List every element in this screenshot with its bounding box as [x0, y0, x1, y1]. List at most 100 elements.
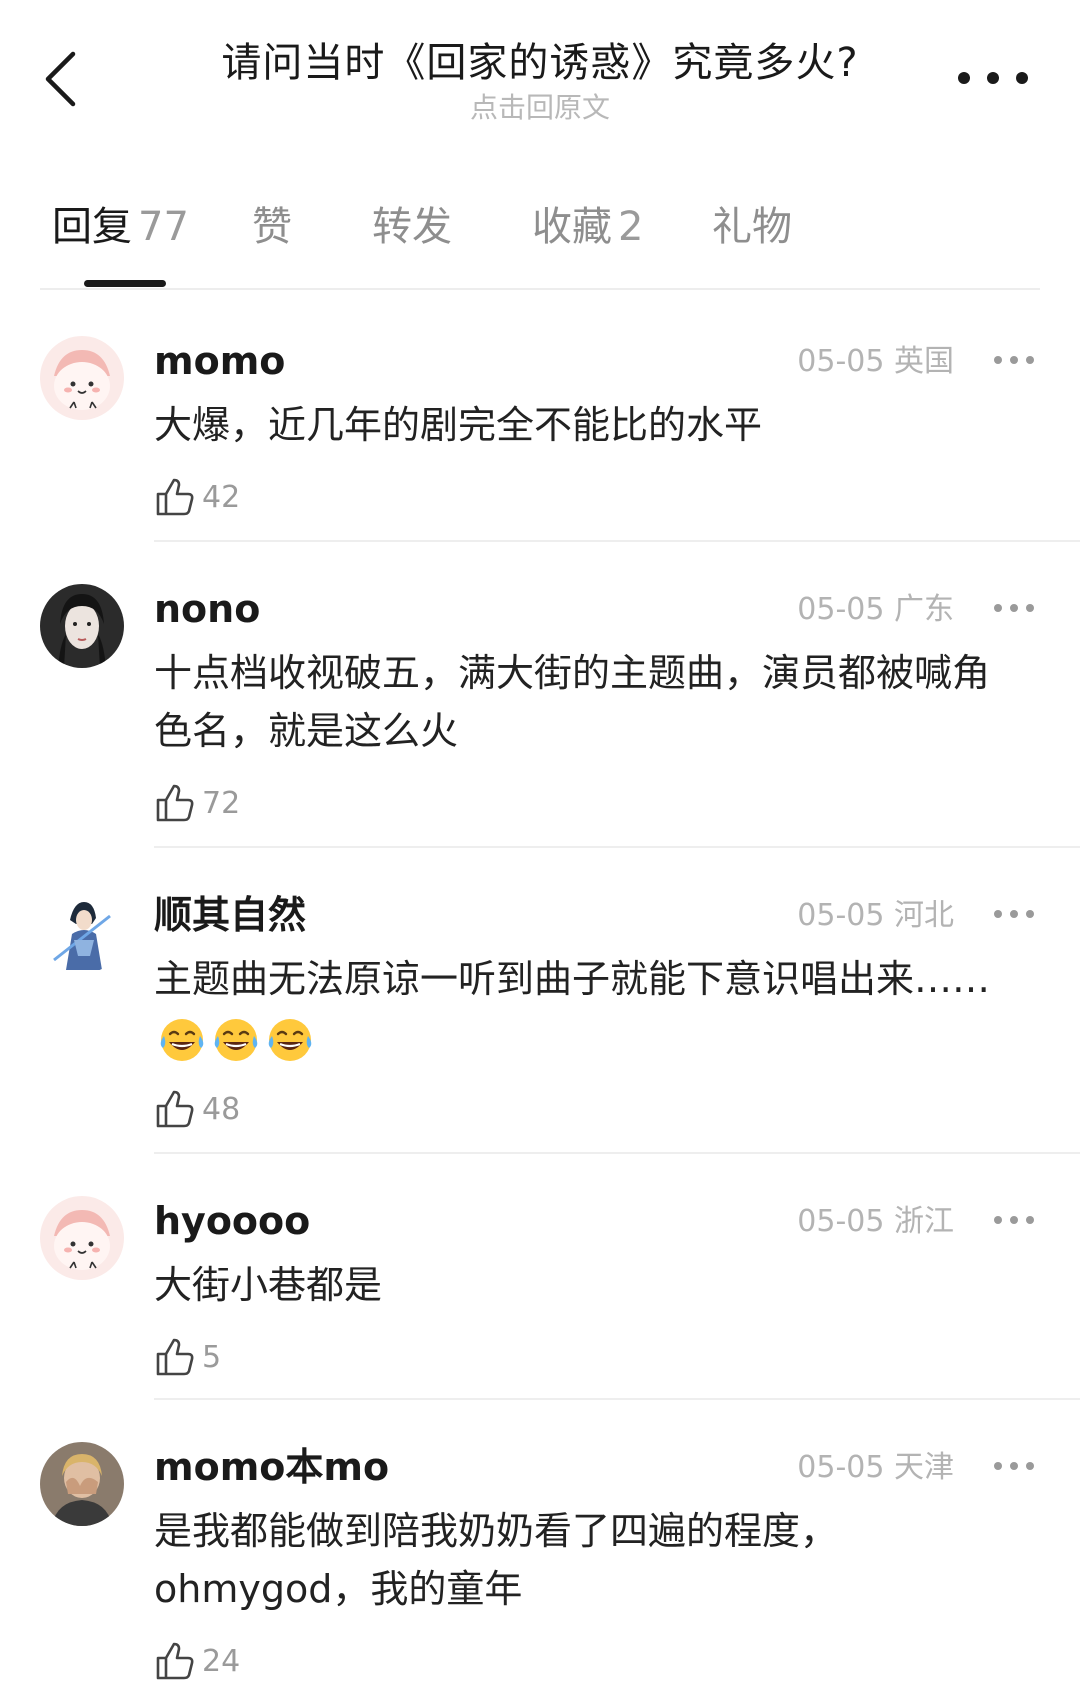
tab-reposts[interactable]: 转发 — [372, 202, 452, 252]
tab-bar: 回复 77 赞 转发 收藏 2 礼物 — [40, 190, 1040, 290]
emoji-group — [158, 1016, 314, 1064]
tab-gifts[interactable]: 礼物 — [712, 202, 792, 252]
back-button[interactable] — [36, 44, 84, 114]
comment-location: 浙江 — [894, 1204, 954, 1239]
cartoon-avatar-icon — [40, 336, 124, 420]
top-bar: 请问当时《回家的诱惑》究竟多火? 点击回原文 — [0, 0, 1080, 140]
thumbs-up-icon — [156, 784, 194, 822]
more-dot-icon — [1026, 1462, 1034, 1470]
more-dot-icon — [958, 72, 970, 84]
comment-body: hyoooo 05-05 浙江 大街小巷都是 5 — [154, 1196, 1034, 1382]
portrait-avatar-icon — [40, 584, 124, 668]
like-button[interactable]: 48 — [154, 1084, 1034, 1134]
comment-item: momo 05-05 英国 大爆，近几年的剧完全不能比的水平 42 — [0, 336, 1080, 542]
post-title: 请问当时《回家的诱惑》究竟多火? — [221, 40, 859, 86]
tab-replies[interactable]: 回复 77 — [52, 202, 189, 252]
comment-date: 05-05 — [797, 1450, 885, 1485]
more-dot-icon — [1026, 604, 1034, 612]
comment-meta: 05-05 广东 — [797, 590, 954, 630]
comment-text: 十点档收视破五，满大街的主题曲，演员都被喊角色名，就是这么火 — [154, 651, 991, 753]
comment-item: nono 05-05 广东 十点档收视破五，满大街的主题曲，演员都被喊角色名，就… — [0, 584, 1080, 848]
more-options-button[interactable] — [958, 58, 1028, 98]
like-button[interactable]: 42 — [154, 472, 1034, 522]
comment-text: 大爆，近几年的剧完全不能比的水平 — [154, 403, 763, 447]
divider — [154, 1152, 1080, 1154]
tab-label: 回复 — [52, 204, 132, 250]
like-count: 5 — [202, 1339, 222, 1375]
comment-meta: 05-05 天津 — [797, 1448, 954, 1488]
like-button[interactable]: 24 — [154, 1636, 1034, 1686]
laughing-tears-emoji-icon — [214, 1018, 258, 1061]
more-dot-icon — [1010, 910, 1018, 918]
avatar[interactable] — [40, 584, 124, 668]
back-to-original-link[interactable]: 点击回原文 — [160, 90, 920, 126]
comment-location: 天津 — [894, 1450, 954, 1485]
photo-avatar-icon — [40, 1442, 124, 1526]
more-dot-icon — [1026, 910, 1034, 918]
anime-warrior-avatar-icon — [40, 890, 124, 974]
laughing-tears-emoji-icon — [268, 1018, 312, 1061]
more-dot-icon — [994, 604, 1002, 612]
thumbs-up-icon — [156, 1338, 194, 1376]
tab-label: 赞 — [252, 204, 292, 250]
comment-location: 河北 — [894, 898, 954, 933]
comment-text: 是我都能做到陪我奶奶看了四遍的程度，ohmygod，我的童年 — [154, 1509, 839, 1611]
comment-more-button[interactable] — [994, 896, 1034, 932]
comment-meta: 05-05 浙江 — [797, 1202, 954, 1242]
tab-label: 转发 — [372, 204, 452, 250]
divider — [154, 540, 1080, 542]
more-dot-icon — [994, 1462, 1002, 1470]
avatar[interactable] — [40, 1442, 124, 1526]
thumbs-up-icon — [156, 1090, 194, 1128]
like-button[interactable]: 5 — [154, 1332, 1034, 1382]
divider — [154, 846, 1080, 848]
comment-meta: 05-05 河北 — [797, 896, 954, 936]
thumbs-up-icon — [156, 478, 194, 516]
laughing-tears-emoji-icon — [160, 1018, 204, 1061]
tab-count: 2 — [618, 204, 644, 250]
tab-likes[interactable]: 赞 — [252, 202, 292, 252]
more-dot-icon — [1010, 604, 1018, 612]
comment-body: nono 05-05 广东 十点档收视破五，满大街的主题曲，演员都被喊角色名，就… — [154, 584, 1034, 828]
avatar[interactable] — [40, 1196, 124, 1280]
more-dot-icon — [1010, 1216, 1018, 1224]
comment-text: 主题曲无法原谅一听到曲子就能下意识唱出来…… — [154, 950, 1014, 1066]
comment-text: 大街小巷都是 — [154, 1263, 383, 1307]
comment-date: 05-05 — [797, 344, 885, 379]
title-block[interactable]: 请问当时《回家的诱惑》究竟多火? 点击回原文 — [160, 36, 920, 126]
more-dot-icon — [994, 356, 1002, 364]
cartoon-avatar-icon — [40, 1196, 124, 1280]
more-dot-icon — [1010, 356, 1018, 364]
comment-more-button[interactable] — [994, 590, 1034, 626]
more-dot-icon — [1016, 72, 1028, 84]
tab-count: 77 — [138, 204, 189, 250]
more-dot-icon — [987, 72, 999, 84]
comment-item: hyoooo 05-05 浙江 大街小巷都是 5 — [0, 1196, 1080, 1400]
comment-item: momo本mo 05-05 天津 是我都能做到陪我奶奶看了四遍的程度，ohmyg… — [0, 1442, 1080, 1696]
comment-body: 顺其自然 05-05 河北 主题曲无法原谅一听到曲子就能下意识唱出来…… 48 — [154, 890, 1034, 1134]
tab-favorites[interactable]: 收藏 2 — [532, 202, 643, 252]
comment-location: 英国 — [894, 344, 954, 379]
comment-more-button[interactable] — [994, 342, 1034, 378]
comment-date: 05-05 — [797, 1204, 885, 1239]
divider — [154, 1398, 1080, 1400]
more-dot-icon — [994, 1216, 1002, 1224]
like-button[interactable]: 72 — [154, 778, 1034, 828]
like-count: 72 — [202, 785, 241, 821]
comment-date: 05-05 — [797, 592, 885, 627]
comment-body: momo本mo 05-05 天津 是我都能做到陪我奶奶看了四遍的程度，ohmyg… — [154, 1442, 1034, 1686]
chevron-left-icon — [45, 51, 76, 107]
like-count: 24 — [202, 1643, 241, 1679]
tab-label: 收藏 — [532, 204, 612, 250]
comment-location: 广东 — [894, 592, 954, 627]
active-tab-indicator — [84, 280, 166, 287]
more-dot-icon — [1026, 1216, 1034, 1224]
comment-text-content: 主题曲无法原谅一听到曲子就能下意识唱出来…… — [154, 957, 991, 1001]
avatar[interactable] — [40, 890, 124, 974]
comment-date: 05-05 — [797, 898, 885, 933]
comment-more-button[interactable] — [994, 1448, 1034, 1484]
avatar[interactable] — [40, 336, 124, 420]
comment-item: 顺其自然 05-05 河北 主题曲无法原谅一听到曲子就能下意识唱出来…… 48 — [0, 890, 1080, 1154]
comment-more-button[interactable] — [994, 1202, 1034, 1238]
thumbs-up-icon — [156, 1642, 194, 1680]
